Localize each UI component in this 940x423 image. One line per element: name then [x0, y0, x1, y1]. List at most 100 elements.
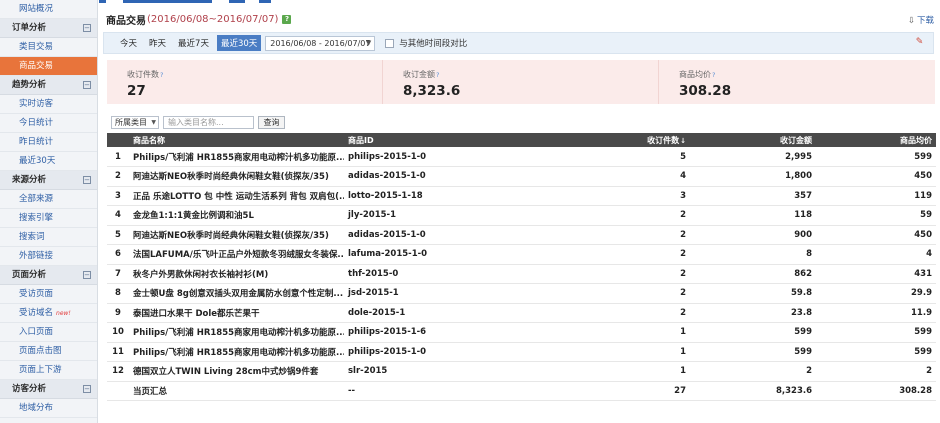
period-last30[interactable]: 最近30天 [216, 35, 262, 51]
pin-icon[interactable]: ✎ [914, 37, 925, 48]
query-button[interactable]: 查询 [258, 116, 285, 129]
sidebar-group[interactable]: 来源分析 − [0, 171, 97, 190]
sidebar-item[interactable]: 昨日统计 [0, 133, 97, 152]
metric-avg-price: 商品均价? 308.28 [659, 60, 935, 104]
product-id: slr-2015 [344, 361, 532, 382]
product-id: dole-2015-1 [344, 303, 532, 323]
period-last7[interactable]: 最近7天 [178, 37, 209, 49]
collapse-icon[interactable]: − [83, 24, 91, 32]
sidebar-group[interactable]: 访客分析 − [0, 380, 97, 399]
sidebar-item[interactable]: 受访域名 new! [0, 304, 97, 323]
column-header-qty[interactable]: 收订件数↓ [532, 133, 690, 147]
product-name: 金士顿U盘 8g创意双插头双用金属防水创意个性定制... [129, 283, 344, 304]
category-select-value: 所属类目 [115, 118, 147, 127]
table-row[interactable]: 5 阿迪达斯NEO秋季时尚经典休闲鞋女鞋(侦探灰/35) adidas-2015-1… [107, 225, 936, 245]
table-row[interactable]: 10 Philips/飞利浦 HR1855商家用电动榨汁机多功能原... phili… [107, 322, 936, 343]
row-index: 7 [107, 264, 129, 284]
table-row[interactable]: 9 泰国进口水果干 Dole都乐芒果干 dole-2015-1 2 23.8 11.9 [107, 303, 936, 323]
collapse-icon[interactable]: − [83, 385, 91, 393]
column-header-name[interactable]: 商品名称 [129, 133, 344, 147]
row-index: 1 [107, 147, 129, 167]
table-row[interactable]: 11 Philips/飞利浦 HR1855商家用电动榨汁机多功能原... phili… [107, 342, 936, 362]
product-name: 法国LAFUMA/乐飞叶正品户外短款冬羽绒服女冬装保... [129, 244, 344, 265]
sidebar-group[interactable]: 趋势分析 − [0, 76, 97, 95]
order-qty: 2 [532, 225, 690, 245]
product-name: Philips/飞利浦 HR1855商家用电动榨汁机多功能原... [129, 342, 344, 362]
product-id: jsd-2015-1 [344, 283, 532, 304]
sidebar-item[interactable]: 页面点击图 [0, 342, 97, 361]
row-index: 10 [107, 322, 129, 343]
order-qty: 4 [532, 166, 690, 187]
metric-label: 收订件数 [127, 70, 159, 79]
collapse-icon[interactable]: − [83, 81, 91, 89]
sidebar-item[interactable]: 地域分布 [0, 399, 97, 418]
column-header-amount[interactable]: 收订金额 [690, 133, 816, 147]
summary-index [107, 381, 129, 401]
product-name: 正品 乐途LOTTO 包 中性 运动生活系列 背包 双肩包(... [129, 186, 344, 206]
help-icon[interactable]: ? [282, 14, 292, 24]
row-index: 8 [107, 283, 129, 304]
sidebar-item-label: 页面点击图 [19, 346, 62, 356]
table-row[interactable]: 1 Philips/飞利浦 HR1855商家用电动榨汁机多功能原... philip… [107, 147, 936, 167]
table-row[interactable]: 12 德国双立人TWIN Living 28cm中式炒锅9件套 slr-2015 1 2… [107, 361, 936, 382]
product-id: thf-2015-0 [344, 264, 532, 284]
table-row[interactable]: 7 秋冬户外男款休闲衬衣长袖衬衫(M) thf-2015-0 2 862 431 [107, 264, 936, 284]
avg-price: 4 [816, 244, 936, 265]
sidebar-item-label: 搜索引擎 [19, 213, 54, 223]
collapse-icon[interactable]: − [83, 176, 91, 184]
product-name: 阿迪达斯NEO秋季时尚经典休闲鞋女鞋(侦探灰/35) [129, 166, 344, 187]
new-badge: new! [56, 310, 71, 317]
category-select[interactable]: 所属类目 ▼ [111, 116, 159, 129]
collapse-icon[interactable]: − [83, 271, 91, 279]
table-row[interactable]: 3 正品 乐途LOTTO 包 中性 运动生活系列 背包 双肩包(... lotto-… [107, 186, 936, 206]
sidebar-item[interactable]: 类目交易 [0, 38, 97, 57]
chevron-down-icon: ▼ [151, 119, 156, 126]
column-header-id[interactable]: 商品ID [344, 133, 532, 147]
download-icon: ⇩ [907, 16, 915, 26]
avg-price: 11.9 [816, 303, 936, 323]
sidebar-item[interactable]: 网站概况 [0, 0, 97, 19]
sidebar-item[interactable]: 今日统计 [0, 114, 97, 133]
sidebar-item[interactable]: 入口页面 [0, 323, 97, 342]
download-button[interactable]: ⇩ 下载 [908, 14, 934, 26]
sidebar-item[interactable]: 受访页面 [0, 285, 97, 304]
sidebar-group-label: 页面分析 [12, 269, 47, 280]
column-header-avg[interactable]: 商品均价 [816, 133, 936, 147]
sidebar-item[interactable]: 页面上下游 [0, 361, 97, 380]
app: 网站概况 订单分析 − 类目交易 商品交易 趋势分析 − 实时访客 今日统计 昨日统计 最近30天来… [0, 0, 940, 423]
row-index: 6 [107, 244, 129, 265]
sidebar-group[interactable]: 页面分析 − [0, 266, 97, 285]
period-today[interactable]: 今天 [120, 37, 137, 49]
sidebar-item-label: 实时访客 [19, 99, 54, 109]
sidebar-item[interactable]: 最近30天 [0, 152, 97, 171]
category-search-input[interactable]: 输入类目名称... [163, 116, 254, 129]
period-yesterday[interactable]: 昨天 [149, 37, 166, 49]
table-row[interactable]: 8 金士顿U盘 8g创意双插头双用金属防水创意个性定制... jsd-2015-1 2… [107, 283, 936, 304]
summary-qty: 27 [532, 381, 690, 401]
table-row[interactable]: 2 阿迪达斯NEO秋季时尚经典休闲鞋女鞋(侦探灰/35) adidas-2015-1… [107, 166, 936, 187]
sidebar-item[interactable]: 全部来源 [0, 190, 97, 209]
sidebar-item[interactable]: 商品交易 [0, 57, 97, 76]
sidebar-item-label: 今日统计 [19, 118, 54, 128]
date-range-select[interactable]: 2016/06/08 - 2016/07/07 ▼ [265, 35, 376, 51]
avg-price: 450 [816, 166, 936, 187]
sidebar-item-label: 受访域名 [19, 308, 54, 318]
sidebar-item-label: 网站概况 [19, 4, 54, 14]
info-icon[interactable]: ? [712, 71, 715, 79]
sidebar-item[interactable]: 外部链接 [0, 247, 97, 266]
info-icon[interactable]: ? [436, 71, 439, 79]
summary-label: 当页汇总 [129, 381, 344, 401]
summary-id: -- [344, 381, 532, 401]
sidebar-item[interactable]: 搜索词 [0, 228, 97, 247]
table-row[interactable]: 4 金龙鱼1:1:1黄金比例调和油5L jly-2015-1 2 118 59 [107, 205, 936, 226]
order-amount: 118 [690, 205, 816, 226]
metric-value: 308.28 [679, 83, 732, 99]
table-row[interactable]: 6 法国LAFUMA/乐飞叶正品户外短款冬羽绒服女冬装保... lafuma-201… [107, 244, 936, 265]
avg-price: 119 [816, 186, 936, 206]
info-icon[interactable]: ? [160, 71, 163, 79]
compare-checkbox[interactable] [385, 38, 395, 48]
order-qty: 1 [532, 361, 690, 382]
sidebar-item[interactable]: 实时访客 [0, 95, 97, 114]
sidebar-group[interactable]: 订单分析 − [0, 19, 97, 38]
sidebar-item[interactable]: 搜索引擎 [0, 209, 97, 228]
